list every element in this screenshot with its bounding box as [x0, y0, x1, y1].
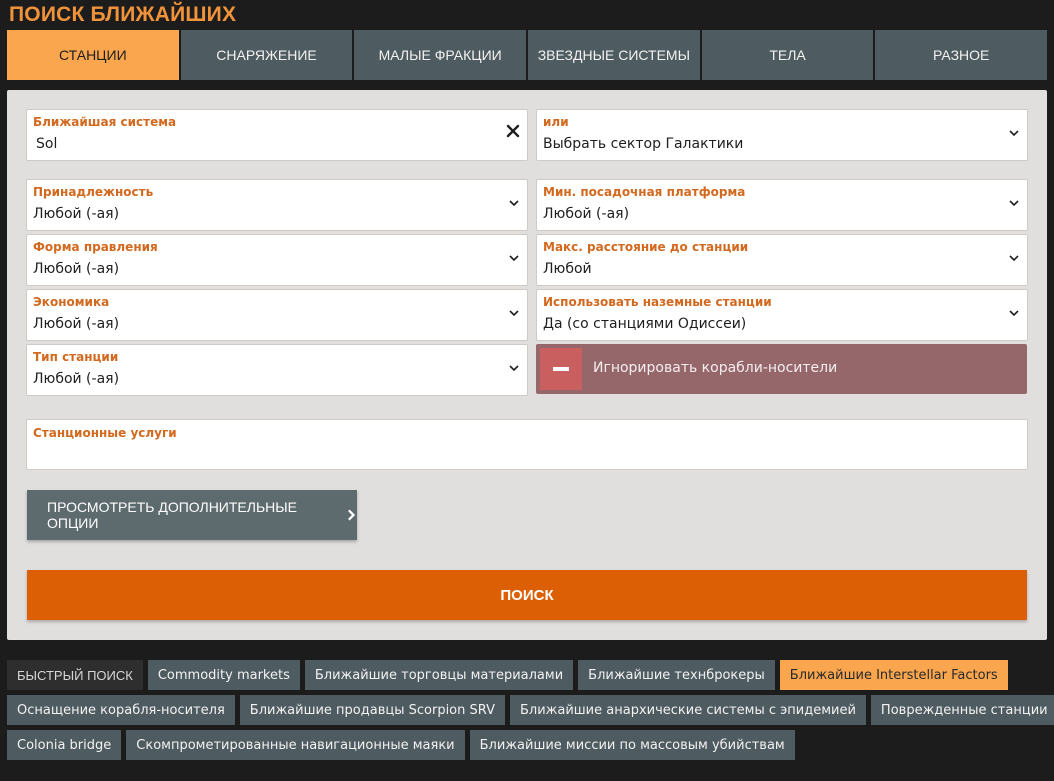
tab-outfitting[interactable]: СНАРЯЖЕНИЕ: [180, 30, 353, 80]
max-distance-label: Макс. расстояние до станции: [543, 240, 749, 254]
quick-colonia-bridge[interactable]: Colonia bridge: [7, 730, 122, 760]
chevron-down-icon: [509, 365, 519, 372]
economy-select[interactable]: Экономика Любой (-ая): [26, 289, 528, 341]
tab-misc[interactable]: РАЗНОЕ: [875, 30, 1048, 80]
tab-stations[interactable]: СТАНЦИИ: [7, 30, 179, 80]
more-options-label: ПРОСМОТРЕТЬ ДОПОЛНИТЕЛЬНЫЕ ОПЦИИ: [47, 499, 297, 531]
minus-icon[interactable]: [540, 348, 582, 390]
search-form-panel: Ближайшая система Sol или Выбрать сектор…: [7, 90, 1047, 640]
quick-carrier-outfitting[interactable]: Оснащение корабля-носителя: [7, 695, 235, 725]
allegiance-select[interactable]: Принадлежность Любой (-ая): [26, 179, 528, 231]
government-label: Форма правления: [33, 240, 158, 254]
allegiance-label: Принадлежность: [33, 185, 154, 199]
chevron-down-icon: [509, 255, 519, 262]
quick-search: БЫСТРЫЙ ПОИСК Commodity markets Ближайши…: [7, 660, 1054, 765]
quick-massacre-missions[interactable]: Ближайшие миссии по массовым убийствам: [469, 730, 795, 760]
quick-commodity-markets[interactable]: Commodity markets: [147, 660, 300, 690]
allegiance-value: Любой (-ая): [33, 206, 120, 222]
tab-minor-factions[interactable]: МАЛЫЕ ФРАКЦИИ: [354, 30, 527, 80]
quick-material-traders[interactable]: Ближайшие торговцы материалами: [304, 660, 574, 690]
tab-star-systems[interactable]: ЗВЕЗДНЫЕ СИСТЕМЫ: [528, 30, 700, 80]
station-services-input[interactable]: Станционные услуги: [26, 419, 1028, 470]
quick-interstellar-factors[interactable]: Ближайшие Interstellar Factors: [779, 660, 1008, 690]
max-distance-select[interactable]: Макс. расстояние до станции Любой: [536, 234, 1028, 286]
chevron-down-icon: [1009, 200, 1019, 207]
ignore-carriers-toggle[interactable]: Игнорировать корабли-носители: [536, 344, 1027, 394]
close-icon[interactable]: [505, 123, 521, 139]
search-button[interactable]: ПОИСК: [27, 570, 1027, 620]
nearest-system-input[interactable]: Ближайшая система Sol: [26, 109, 528, 161]
chevron-down-icon: [1009, 310, 1019, 317]
station-type-select[interactable]: Тип станции Любой (-ая): [26, 344, 528, 396]
nearest-system-value[interactable]: Sol: [36, 136, 57, 152]
page-title: ПОИСК БЛИЖАЙШИХ: [9, 3, 237, 26]
galaxy-sector-label: или: [543, 115, 569, 129]
quick-tech-brokers[interactable]: Ближайшие технброкеры: [578, 660, 775, 690]
quick-compromised-beacons[interactable]: Скомпрометированные навигационные маяки: [126, 730, 465, 760]
station-services-label: Станционные услуги: [33, 426, 177, 440]
quick-damaged-stations[interactable]: Поврежденные станции: [870, 695, 1054, 725]
economy-value: Любой (-ая): [33, 316, 120, 332]
tab-bodies[interactable]: ТЕЛА: [701, 30, 874, 80]
economy-label: Экономика: [33, 295, 110, 309]
quick-scorpion-srv[interactable]: Ближайшие продавцы Scorpion SRV: [239, 695, 505, 725]
government-select[interactable]: Форма правления Любой (-ая): [26, 234, 528, 286]
landing-pad-select[interactable]: Мин. посадочная платформа Любой (-ая): [536, 179, 1028, 231]
landing-pad-value: Любой (-ая): [543, 206, 630, 222]
ignore-carriers-label: Игнорировать корабли-носители: [593, 360, 838, 376]
chevron-down-icon: [1009, 130, 1019, 137]
galaxy-sector-select[interactable]: или Выбрать сектор Галактики: [536, 109, 1028, 161]
government-value: Любой (-ая): [33, 261, 120, 277]
landing-pad-label: Мин. посадочная платформа: [543, 185, 746, 199]
chevron-right-icon: [347, 509, 355, 521]
chevron-down-icon: [1009, 255, 1019, 262]
surface-stations-value: Да (со станциями Одиссеи): [543, 316, 747, 332]
galaxy-sector-value: Выбрать сектор Галактики: [543, 136, 744, 152]
more-options-button[interactable]: ПРОСМОТРЕТЬ ДОПОЛНИТЕЛЬНЫЕ ОПЦИИ: [27, 490, 357, 540]
chevron-down-icon: [509, 200, 519, 207]
station-type-value: Любой (-ая): [33, 371, 120, 387]
quick-anarchy-outbreak[interactable]: Ближайшие анархические системы с эпидеми…: [509, 695, 866, 725]
quick-search-label: БЫСТРЫЙ ПОИСК: [7, 660, 143, 690]
surface-stations-select[interactable]: Использовать наземные станции Да (со ста…: [536, 289, 1028, 341]
category-tabs: СТАНЦИИ СНАРЯЖЕНИЕ МАЛЫЕ ФРАКЦИИ ЗВЕЗДНЫ…: [7, 30, 1048, 80]
chevron-down-icon: [509, 310, 519, 317]
nearest-system-label: Ближайшая система: [33, 115, 177, 129]
max-distance-value: Любой: [543, 261, 592, 277]
surface-stations-label: Использовать наземные станции: [543, 295, 772, 309]
station-type-label: Тип станции: [33, 350, 119, 364]
